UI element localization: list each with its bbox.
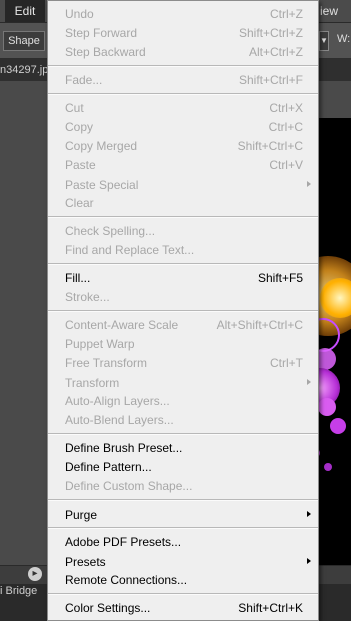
menu-item-define-pattern[interactable]: Define Pattern... [48,458,318,477]
menu-separator [48,263,318,265]
menu-item-fill[interactable]: Fill... Shift+F5 [48,269,318,288]
submenu-arrow-icon [307,181,311,187]
menu-item-label: Step Backward [65,45,146,59]
menu-item-stroke[interactable]: Stroke... [48,288,318,307]
menu-item-label: Stroke... [65,290,110,304]
menu-item-label: Fade... [65,73,103,87]
menu-item-paste-special[interactable]: Paste Special [48,176,318,195]
menu-item-label: Puppet Warp [65,337,135,351]
shortcut-label: Alt+Shift+Ctrl+C [216,318,303,332]
document-tab[interactable]: n34297.jp [0,59,48,81]
menu-item-define-custom-shape[interactable]: Define Custom Shape... [48,477,318,496]
menu-item-label: Define Custom Shape... [65,479,193,493]
menu-item-label: Define Brush Preset... [65,441,183,455]
menu-item-copy[interactable]: Copy Ctrl+C [48,118,318,137]
shortcut-label: Shift+Ctrl+K [238,601,303,615]
menu-item-undo[interactable]: Undo Ctrl+Z [48,5,318,24]
menu-item-copy-merged[interactable]: Copy Merged Shift+Ctrl+C [48,137,318,156]
submenu-arrow-icon [307,379,311,385]
menu-item-auto-align-layers[interactable]: Auto-Align Layers... [48,392,318,411]
menu-item-label: Free Transform [65,356,148,370]
shortcut-label: Alt+Ctrl+Z [248,45,303,59]
menu-item-label: Check Spelling... [65,224,156,238]
shortcut-label: Ctrl+T [270,356,303,370]
menu-separator [48,593,318,595]
menu-item-label: Color Settings... [65,601,151,615]
menu-item-label: Cut [65,101,84,115]
menu-item-adobe-pdf-presets[interactable]: Adobe PDF Presets... [48,533,318,552]
shortcut-label: Ctrl+Z [270,7,303,21]
menu-item-label: Presets [65,555,106,569]
status-menu-icon[interactable]: ▸ [28,567,42,581]
menu-item-color-settings[interactable]: Color Settings... Shift+Ctrl+K [48,599,318,618]
mini-bridge-tab[interactable]: i Bridge [0,585,37,597]
menu-item-puppet-warp[interactable]: Puppet Warp [48,335,318,354]
menu-item-free-transform[interactable]: Free Transform Ctrl+T [48,354,318,373]
shortcut-label: Shift+Ctrl+C [237,139,303,153]
submenu-arrow-icon [307,511,311,517]
menu-item-label: Step Forward [65,26,138,40]
menu-item-remote-connections[interactable]: Remote Connections... [48,571,318,590]
menu-item-label: Transform [65,376,120,390]
menu-item-label: Paste Special [65,178,139,192]
shape-mode-button[interactable]: Shape [3,31,45,51]
shortcut-label: Ctrl+V [269,158,303,172]
menu-item-label: Remote Connections... [65,573,188,587]
menu-edit[interactable]: Edit [5,0,45,22]
menu-item-label: Clear [65,196,94,210]
menu-item-purge[interactable]: Purge [48,506,318,525]
menu-item-label: Purge [65,508,98,522]
chevron-down-icon: ▼ [320,36,328,45]
menu-item-label: Paste [65,158,96,172]
menu-item-label: Auto-Blend Layers... [65,413,174,427]
shortcut-label: Ctrl+X [269,101,303,115]
menu-item-presets[interactable]: Presets [48,553,318,572]
menu-item-label: Fill... [65,271,91,285]
shortcut-label: Ctrl+C [268,120,303,134]
menu-separator [48,527,318,529]
menu-separator [48,216,318,218]
menu-item-find-replace[interactable]: Find and Replace Text... [48,241,318,260]
menu-separator [48,433,318,435]
menu-item-step-backward[interactable]: Step Backward Alt+Ctrl+Z [48,43,318,62]
shortcut-label: Shift+F5 [257,271,303,285]
menu-separator [48,499,318,501]
menu-item-auto-blend-layers[interactable]: Auto-Blend Layers... [48,411,318,430]
menu-separator [48,310,318,312]
submenu-arrow-icon [307,558,311,564]
options-dropdown[interactable]: ▼ [319,31,329,51]
menu-item-clear[interactable]: Clear [48,194,318,213]
menu-item-label: Copy Merged [65,139,138,153]
shortcut-label: Shift+Ctrl+F [238,73,303,87]
menu-item-paste[interactable]: Paste Ctrl+V [48,156,318,175]
menu-separator [48,93,318,95]
edit-menu: Undo Ctrl+Z Step Forward Shift+Ctrl+Z Step… [47,0,319,621]
menu-item-transform[interactable]: Transform [48,374,318,393]
menu-item-cut[interactable]: Cut Ctrl+X [48,99,318,118]
menu-item-label: Adobe PDF Presets... [65,535,182,549]
width-label: W: [337,33,351,45]
menu-item-label: Undo [65,7,94,21]
menu-separator [48,65,318,67]
menu-item-label: Define Pattern... [65,460,152,474]
menu-item-fade[interactable]: Fade... Shift+Ctrl+F [48,71,318,90]
menu-item-label: Auto-Align Layers... [65,394,170,408]
menu-item-label: Copy [65,120,94,134]
menu-item-check-spelling[interactable]: Check Spelling... [48,222,318,241]
shortcut-label: Shift+Ctrl+Z [238,26,303,40]
menu-item-step-forward[interactable]: Step Forward Shift+Ctrl+Z [48,24,318,43]
menu-view[interactable]: iew [320,0,338,22]
menu-item-label: Content-Aware Scale [65,318,179,332]
menu-item-content-aware-scale[interactable]: Content-Aware Scale Alt+Shift+Ctrl+C [48,316,318,335]
menu-item-define-brush-preset[interactable]: Define Brush Preset... [48,439,318,458]
menu-item-label: Find and Replace Text... [65,243,195,257]
